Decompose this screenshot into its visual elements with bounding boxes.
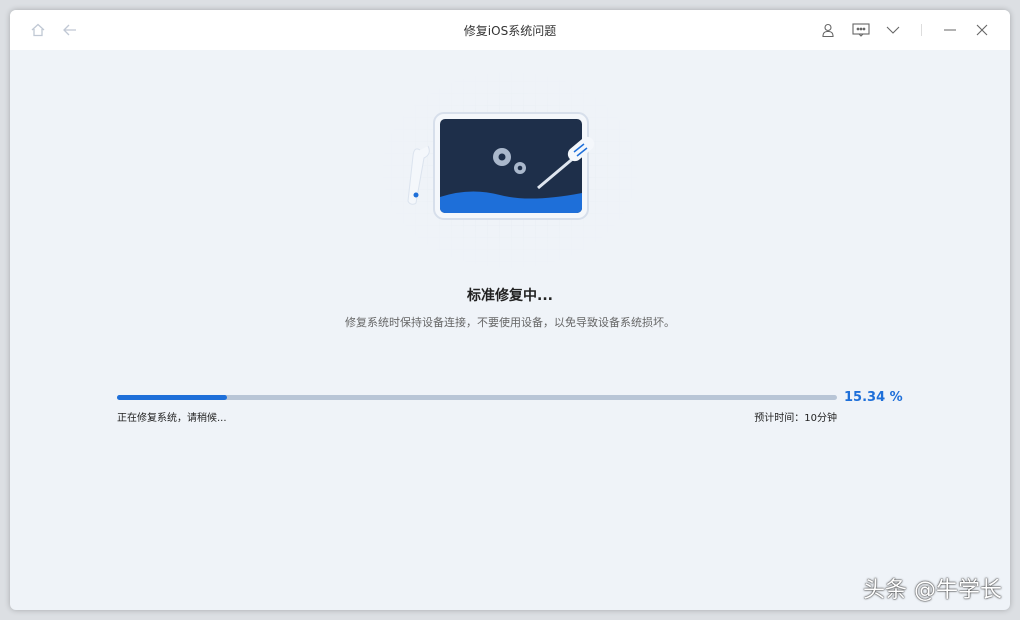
divider (921, 24, 922, 36)
title-bar: 修复iOS系统问题 (10, 10, 1010, 50)
minimize-icon[interactable] (940, 20, 960, 40)
repair-subtitle: 修复系统时保持设备连接，不要使用设备，以免导致设备系统损坏。 (345, 316, 675, 329)
user-icon[interactable] (818, 20, 838, 40)
chevron-down-icon[interactable] (883, 20, 903, 40)
estimated-time: 预计时间：10分钟 (754, 413, 837, 424)
progress-bar (117, 395, 837, 400)
repair-heading: 标准修复中... (467, 288, 553, 304)
watermark: 头条 @牛学长 (863, 578, 1002, 603)
progress-status: 正在修复系统，请稍候... (117, 413, 227, 424)
app-window: 修复iOS系统问题 标准修复中... 修复系统时保持设备连接，不要使用设备，以免… (10, 10, 1010, 610)
progress-fill (117, 395, 228, 400)
close-icon[interactable] (972, 20, 992, 40)
progress-percent: 15.34 % (844, 390, 903, 405)
repair-illustration (380, 70, 640, 270)
feedback-icon[interactable] (851, 20, 871, 40)
